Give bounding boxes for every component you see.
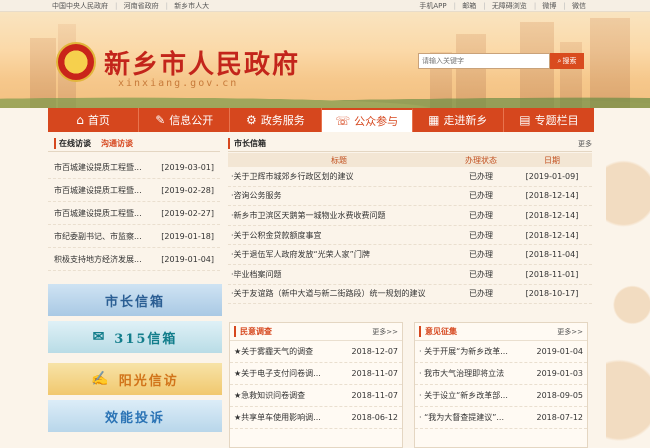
table-row[interactable]: ·新乡市卫滨区天鹅第一城物业水费收费问题 已办理 [2018-12-14] (228, 206, 592, 226)
search-button[interactable]: ⌕ 搜索 (550, 53, 584, 69)
table-row[interactable]: ·关于退伍军人政府发放“光荣人家”门牌 已办理 [2018-11-04] (228, 245, 592, 265)
national-emblem-icon: ★ (56, 42, 96, 82)
edit-icon: ✎ (155, 113, 166, 127)
top-utility-bar: 中国中央人民政府 | 河南省政府 | 新乡市人大 手机APP | 邮箱 | 无障碍浏览 |… (0, 0, 650, 12)
table-row[interactable]: ·咨询公务服务 已办理 [2018-12-14] (228, 187, 592, 207)
table-row[interactable]: ·关于友谊路（新中大道与新二街路段）统一规划的建议 已办理 [2018-10-17] (228, 285, 592, 305)
nav-about-xinxiang[interactable]: ▦ 走进新乡 (413, 108, 504, 132)
nav-info-disclosure[interactable]: ✎ 信息公开 (139, 108, 231, 132)
opinion-panel: 意见征集 更多>> · 关于开展“为新乡改革... 2019-01-04 · 我市… (414, 322, 588, 448)
list-item[interactable]: · 我市大气治理即将立法 2019-01-03 (415, 363, 587, 385)
top-link-wechat[interactable]: 微信 (572, 2, 586, 10)
list-item[interactable]: ★急救知识问卷调查 2018-11-07 (230, 385, 402, 407)
mailbox-315-banner[interactable]: ✉ 315信箱 (48, 321, 222, 353)
mayor-mailbox-banner[interactable]: 市长信箱 (48, 284, 222, 316)
building-icon: ▦ (428, 113, 440, 127)
top-link-mail[interactable]: 邮箱 (462, 2, 476, 10)
table-row[interactable]: ·毕业档案问题 已办理 [2018-11-01] (228, 265, 592, 285)
tab-communication-interview[interactable]: 沟通访谈 (101, 138, 133, 149)
list-item[interactable]: · 关于开展“为新乡改革... 2019-01-04 (415, 341, 587, 363)
efficiency-complaint-banner[interactable]: 效能投诉 (48, 400, 222, 432)
site-title[interactable]: 新乡市人民政府 (104, 44, 300, 81)
home-icon: ⌂ (76, 113, 84, 127)
nav-special-topics[interactable]: ▤ 专题栏目 (504, 108, 594, 132)
mayor-letters-panel: 市长信箱 更多 标题 办理状态 日期 ·关于卫辉市城郊乡行政区划的建议 已办理 [2… (228, 136, 592, 305)
list-item[interactable]: 市纪委副书记、市监察... [2019-01-18] (48, 225, 220, 248)
search-input[interactable] (418, 53, 550, 69)
interview-panel: 在线访谈 沟通访谈 市百城建设提质工程暨... [2019-03-01] 市百城建… (48, 136, 220, 271)
list-item[interactable]: 市百城建设提质工程暨... [2019-02-28] (48, 179, 220, 202)
top-links: 中国中央人民政府 | 河南省政府 | 新乡市人大 (52, 2, 210, 10)
top-right-links: 手机APP | 邮箱 | 无障碍浏览 | 微博 | 微信 (419, 2, 586, 10)
table-row[interactable]: ·关于卫辉市城郊乡行政区划的建议 已办理 [2019-01-09] (228, 167, 592, 187)
section-title: 意见征集 (419, 326, 457, 337)
promo-label: 315信箱 (114, 331, 178, 347)
top-link-xinxiang-npc[interactable]: 新乡市人大 (174, 2, 209, 10)
promo-label: 效能投诉 (104, 410, 165, 426)
search-bar: ⌕搜索 (418, 53, 584, 69)
decorative-flowers (606, 130, 650, 448)
more-link[interactable]: 更多 (578, 139, 592, 149)
tab-online-interview[interactable]: 在线访谈 (54, 138, 91, 149)
list-item[interactable]: 积极支持地方经济发展... [2019-01-04] (48, 248, 220, 271)
nav-public-participation[interactable]: ☏ 公众参与 (321, 108, 413, 132)
main-nav: ⌂ 首页 ✎ 信息公开 ⚙ 政务服务 ☏ 公众参与 ▦ 走进新乡 ▤ 专题栏目 (48, 108, 594, 132)
list-item[interactable]: ★共享单车使用影响调... 2018-06-12 (230, 407, 402, 429)
search-icon: ⌕ (557, 56, 562, 65)
list-item[interactable]: ★关于电子支付问卷调... 2018-11-07 (230, 363, 402, 385)
list-item[interactable]: · 关于设立“新乡改革部... 2018-09-05 (415, 385, 587, 407)
nav-home[interactable]: ⌂ 首页 (48, 108, 140, 132)
nav-gov-services[interactable]: ⚙ 政务服务 (230, 108, 322, 132)
chat-icon: ☏ (335, 114, 351, 128)
top-link-accessibility[interactable]: 无障碍浏览 (492, 2, 527, 10)
top-link-central-gov[interactable]: 中国中央人民政府 (52, 2, 108, 10)
table-row[interactable]: ·关于公积金贷款额度事宜 已办理 [2018-12-14] (228, 226, 592, 246)
sunshine-petition-banner[interactable]: ✍ 阳光信访 (48, 363, 222, 395)
top-link-weibo[interactable]: 微博 (542, 2, 556, 10)
header-banner: ★ 新乡市人民政府 xinxiang.gov.cn ⌕搜索 (0, 12, 650, 108)
more-link[interactable]: 更多>> (557, 327, 583, 337)
table-header: 标题 办理状态 日期 (228, 153, 592, 167)
list-item[interactable]: 市百城建设提质工程暨... [2019-02-27] (48, 202, 220, 225)
top-link-app[interactable]: 手机APP (419, 2, 446, 10)
list-item[interactable]: 市百城建设提质工程暨... [2019-03-01] (48, 156, 220, 179)
more-link[interactable]: 更多>> (372, 327, 398, 337)
site-url: xinxiang.gov.cn (118, 78, 239, 89)
service-icon: ⚙ (246, 113, 257, 127)
document-icon: ▤ (519, 113, 531, 127)
section-title: 市长信箱 (228, 138, 266, 149)
survey-panel: 民意调查 更多>> ★关于雾霾天气的调查 2018-12-07 ★关于电子支付问卷… (229, 322, 403, 448)
mailbox-icon: ✉ (92, 329, 107, 345)
promo-label: 阳光信访 (118, 373, 179, 389)
list-item[interactable]: · “我为大督查提建议”... 2018-07-12 (415, 407, 587, 429)
promo-label: 市长信箱 (104, 294, 165, 310)
pen-icon: ✍ (91, 371, 111, 387)
list-item[interactable]: ★关于雾霾天气的调查 2018-12-07 (230, 341, 402, 363)
top-link-henan-gov[interactable]: 河南省政府 (124, 2, 159, 10)
section-title: 民意调查 (234, 326, 272, 337)
